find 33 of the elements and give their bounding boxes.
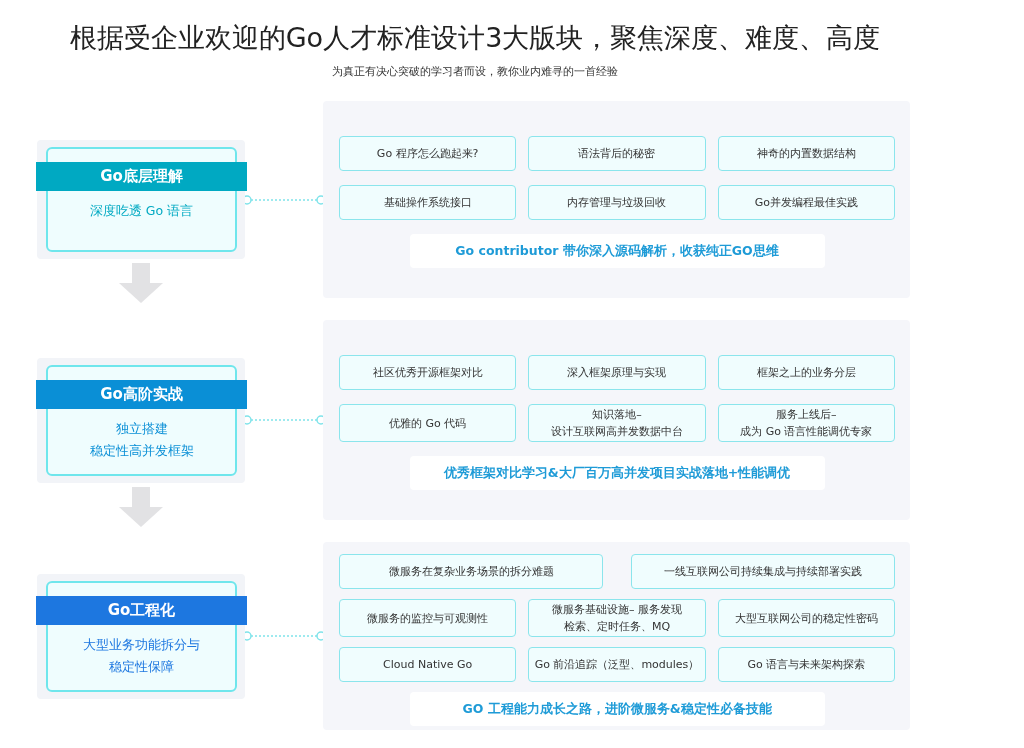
topic-card: 大型互联网公司的稳定性密码 xyxy=(717,599,895,637)
topic-card: 内存管理与垃圾回收 xyxy=(528,185,706,220)
module-title: Go工程化 xyxy=(36,595,247,625)
summary-banner: 优秀框架对比学习&大厂百万高并发项目实战落地+性能调优 xyxy=(409,456,825,490)
topic-card: 社区优秀开源框架对比 xyxy=(339,355,517,390)
topic-card: 框架之上的业务分层 xyxy=(717,355,895,390)
topic-card: 一线互联网公司持续集成与持续部署实践 xyxy=(631,554,895,589)
topic-card: Go 前沿追踪（泛型、modules） xyxy=(528,647,706,682)
topic-card: 深入框架原理与实现 xyxy=(528,355,706,390)
topic-card: 微服务基础设施– 服务发现 检索、定时任务、MQ xyxy=(528,599,706,637)
module-description: 深度吃透 Go 语言 xyxy=(88,202,195,220)
down-arrow-icon xyxy=(119,486,163,527)
page-subtitle: 为真正有决心突破的学习者而设，教你业内难寻的一首经验 xyxy=(331,64,619,79)
summary-banner: GO 工程能力成长之路，进阶微服务&稳定性必备技能 xyxy=(409,692,825,726)
topic-card: 语法背后的秘密 xyxy=(528,136,706,171)
module-title: Go高阶实战 xyxy=(36,379,247,409)
summary-banner: Go contributor 带你深入源码解析，收获纯正GO思维 xyxy=(409,234,825,268)
down-arrow-icon xyxy=(119,263,163,303)
topic-card: 基础操作系统接口 xyxy=(339,185,517,220)
topic-card: 优雅的 Go 代码 xyxy=(339,404,517,442)
topic-card: 微服务的监控与可观测性 xyxy=(339,599,517,637)
topic-card: Go并发编程最佳实践 xyxy=(717,185,895,220)
topic-card: 微服务在复杂业务场景的拆分难题 xyxy=(339,554,603,589)
module-description: 大型业务功能拆分与 稳定性保障 xyxy=(82,635,201,676)
module-description: 独立搭建 稳定性高并发框架 xyxy=(88,419,195,460)
topic-card: 神奇的内置数据结构 xyxy=(717,136,895,171)
topic-card: Go 语言与未来架构探索 xyxy=(717,647,895,682)
page-title: 根据受企业欢迎的Go人才标准设计3大版块，聚焦深度、难度、高度 xyxy=(68,21,882,55)
module-title: Go底层理解 xyxy=(36,162,247,191)
topic-card: Go 程序怎么跑起来? xyxy=(339,136,517,171)
topic-card: 服务上线后– 成为 Go 语言性能调优专家 xyxy=(717,404,895,442)
topic-card: Cloud Native Go xyxy=(339,647,517,682)
topic-card: 知识落地– 设计互联网高并发数据中台 xyxy=(528,404,706,442)
